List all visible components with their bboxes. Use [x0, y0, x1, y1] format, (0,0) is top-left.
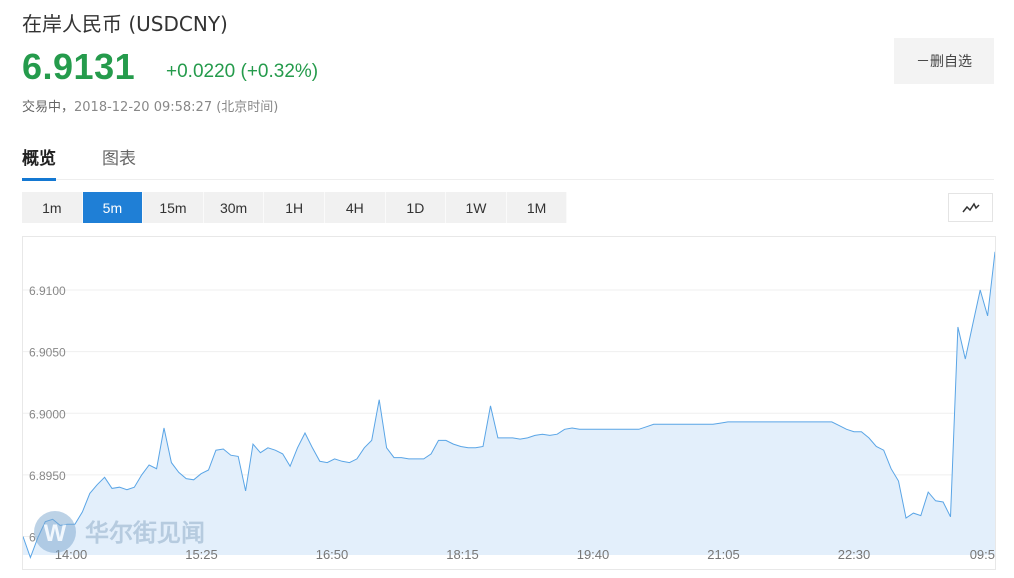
- y-tick-label: 6.9000: [29, 407, 66, 421]
- current-price: 6.9131: [22, 46, 136, 87]
- period-1mo[interactable]: 1M: [507, 192, 568, 223]
- period-15m[interactable]: 15m: [143, 192, 204, 223]
- period-1m[interactable]: 1m: [22, 192, 83, 223]
- price-change: +0.0220 (+0.32%): [166, 61, 319, 82]
- instrument-title: 在岸人民币 (USDCNY): [22, 12, 228, 36]
- period-1h[interactable]: 1H: [264, 192, 325, 223]
- tab-overview[interactable]: 概览: [22, 144, 56, 181]
- quote-timestamp: 2018-12-20 09:58:27 (北京时间): [74, 100, 279, 115]
- trading-status-label: 交易中，: [22, 100, 75, 115]
- period-1w[interactable]: 1W: [446, 192, 507, 223]
- x-tick-label: 16:50: [316, 547, 349, 562]
- line-chart-icon: [961, 202, 980, 212]
- x-tick-label: 18:15: [446, 547, 479, 562]
- x-tick-label: 19:40: [577, 547, 610, 562]
- chart-type-button[interactable]: [948, 193, 993, 222]
- x-tick-label: 21:05: [707, 547, 740, 562]
- tab-bar: 概览 图表: [22, 140, 994, 181]
- x-tick-label: 09:5: [970, 547, 995, 562]
- price-chart-svg: 6.89006.89506.90006.90506.910014:0015:25…: [23, 251, 995, 562]
- period-30m[interactable]: 30m: [204, 192, 265, 223]
- y-tick-label: 6.9100: [29, 284, 66, 298]
- svg-text:W: W: [44, 520, 67, 547]
- period-selector: 1m 5m 15m 30m 1H 4H 1D 1W 1M: [22, 192, 568, 223]
- x-tick-label: 22:30: [838, 547, 871, 562]
- x-tick-label: 15:25: [185, 547, 218, 562]
- period-4h[interactable]: 4H: [325, 192, 386, 223]
- price-chart[interactable]: 6.89006.89506.90006.90506.910014:0015:25…: [22, 236, 996, 570]
- trading-status: 交易中，2018-12-20 09:58:27 (北京时间): [22, 96, 278, 115]
- y-tick-label: 6.8950: [29, 469, 66, 483]
- watermark-text: 华尔街见闻: [85, 519, 205, 547]
- period-1d[interactable]: 1D: [386, 192, 447, 223]
- remove-watchlist-button[interactable]: －删自选: [894, 38, 994, 84]
- tab-chart[interactable]: 图表: [102, 144, 136, 178]
- price-area-fill: [23, 251, 995, 558]
- y-tick-label: 6.9050: [29, 346, 66, 360]
- period-5m[interactable]: 5m: [82, 192, 144, 223]
